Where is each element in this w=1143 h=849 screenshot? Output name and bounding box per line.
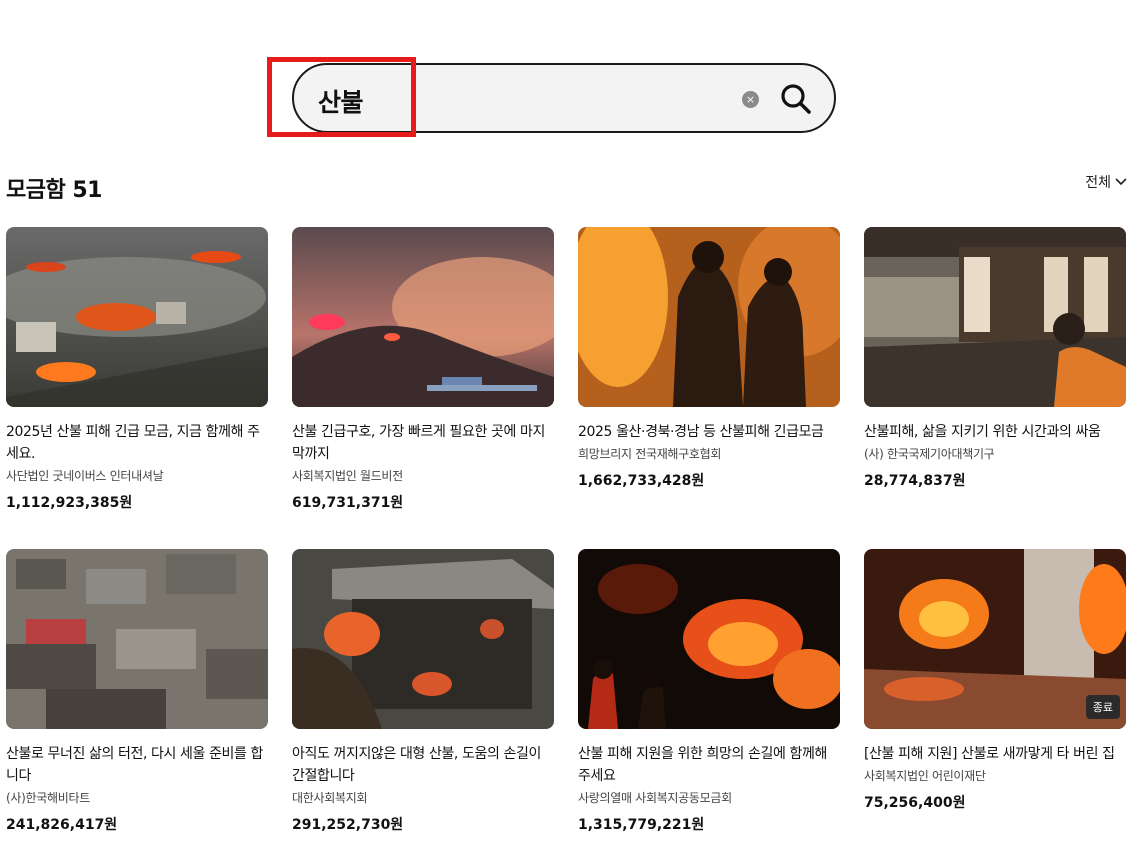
card-amount: 291,252,730원 bbox=[292, 817, 404, 833]
card-organization: 사회복지법인 월드비전 bbox=[292, 469, 403, 483]
search-input[interactable]: 산불 bbox=[318, 83, 364, 119]
clear-search-button[interactable]: × bbox=[742, 91, 759, 108]
house-fire-image bbox=[292, 549, 554, 729]
card-title[interactable]: 산불 피해 지원을 위한 희망의 손길에 함께해 주세요 bbox=[578, 743, 840, 787]
burned-house-image bbox=[864, 227, 1126, 407]
card-title[interactable]: 산불 긴급구호, 가장 빠르게 필요한 곳에 마지막까지 bbox=[292, 421, 554, 465]
card-amount: 28,774,837원 bbox=[864, 473, 966, 489]
night-fire-image bbox=[578, 549, 840, 729]
card-title[interactable]: 2025년 산불 피해 긴급 모금, 지금 함께해 주세요. bbox=[6, 421, 268, 465]
card-organization: 사랑의열매 사회복지공동모금회 bbox=[578, 791, 732, 805]
search-bar[interactable]: 산불 × bbox=[292, 63, 836, 133]
card-thumbnail[interactable] bbox=[578, 227, 840, 407]
wildfire-village-image bbox=[6, 227, 268, 407]
card-thumbnail[interactable] bbox=[6, 549, 268, 729]
card-title[interactable]: 산불피해, 삶을 지키기 위한 시간과의 싸움 bbox=[864, 421, 1126, 443]
fundraiser-card[interactable]: 산불피해, 삶을 지키기 위한 시간과의 싸움 (사) 한국국제기아대책기구 2… bbox=[864, 227, 1126, 490]
card-thumbnail[interactable] bbox=[864, 227, 1126, 407]
card-amount: 241,826,417원 bbox=[6, 817, 118, 833]
card-organization: (사) 한국국제기아대책기구 bbox=[864, 447, 995, 461]
sort-dropdown[interactable]: 전체 bbox=[1085, 172, 1127, 192]
destroyed-village-image bbox=[6, 549, 268, 729]
card-title[interactable]: 아직도 꺼지지않은 대형 산불, 도움의 손길이 간절합니다 bbox=[292, 743, 554, 787]
fundraiser-card[interactable]: 2025 울산·경북·경남 등 산불피해 긴급모금 희망브리지 전국재해구호협회… bbox=[578, 227, 840, 490]
card-title[interactable]: [산불 피해 지원] 산불로 새까맣게 타 버린 집 bbox=[864, 743, 1126, 765]
card-amount: 75,256,400원 bbox=[864, 795, 966, 811]
card-organization: 희망브리지 전국재해구호협회 bbox=[578, 447, 722, 461]
card-thumbnail[interactable] bbox=[292, 549, 554, 729]
chevron-down-icon bbox=[1115, 178, 1127, 186]
fundraiser-card[interactable]: 종료 [산불 피해 지원] 산불로 새까맣게 타 버린 집 사회복지법인 어린이… bbox=[864, 549, 1126, 812]
card-thumbnail[interactable] bbox=[292, 227, 554, 407]
fundraiser-card[interactable]: 산불로 무너진 삶의 터전, 다시 세울 준비를 합니다 (사)한국해비타트 2… bbox=[6, 549, 268, 834]
results-heading: 모금함 51 bbox=[6, 178, 103, 203]
fundraiser-card[interactable]: 산불 긴급구호, 가장 빠르게 필요한 곳에 마지막까지 사회복지법인 월드비전… bbox=[292, 227, 554, 512]
ended-badge: 종료 bbox=[1085, 695, 1120, 719]
card-organization: 사회복지법인 어린이재단 bbox=[864, 769, 986, 783]
card-amount: 1,662,733,428원 bbox=[578, 473, 705, 489]
mountain-fire-image bbox=[292, 227, 554, 407]
card-amount: 1,112,923,385원 bbox=[6, 495, 133, 511]
card-title[interactable]: 2025 울산·경북·경남 등 산불피해 긴급모금 bbox=[578, 421, 840, 443]
card-thumbnail[interactable] bbox=[578, 549, 840, 729]
card-organization: 사단법인 굿네이버스 인터내셔날 bbox=[6, 469, 164, 483]
sort-label: 전체 bbox=[1085, 175, 1111, 191]
card-thumbnail[interactable] bbox=[6, 227, 268, 407]
card-amount: 619,731,371원 bbox=[292, 495, 404, 511]
card-organization: (사)한국해비타트 bbox=[6, 791, 90, 805]
fundraiser-card[interactable]: 2025년 산불 피해 긴급 모금, 지금 함께해 주세요. 사단법인 굿네이버… bbox=[6, 227, 268, 512]
card-title[interactable]: 산불로 무너진 삶의 터전, 다시 세울 준비를 합니다 bbox=[6, 743, 268, 787]
card-organization: 대한사회복지회 bbox=[292, 791, 368, 805]
fundraiser-card[interactable]: 산불 피해 지원을 위한 희망의 손길에 함께해 주세요 사랑의열매 사회복지공… bbox=[578, 549, 840, 834]
card-amount: 1,315,779,221원 bbox=[578, 817, 705, 833]
fundraiser-card[interactable]: 아직도 꺼지지않은 대형 산불, 도움의 손길이 간절합니다 대한사회복지회 2… bbox=[292, 549, 554, 834]
card-thumbnail[interactable]: 종료 bbox=[864, 549, 1126, 729]
firefighters-image bbox=[578, 227, 840, 407]
search-icon[interactable] bbox=[780, 83, 812, 115]
